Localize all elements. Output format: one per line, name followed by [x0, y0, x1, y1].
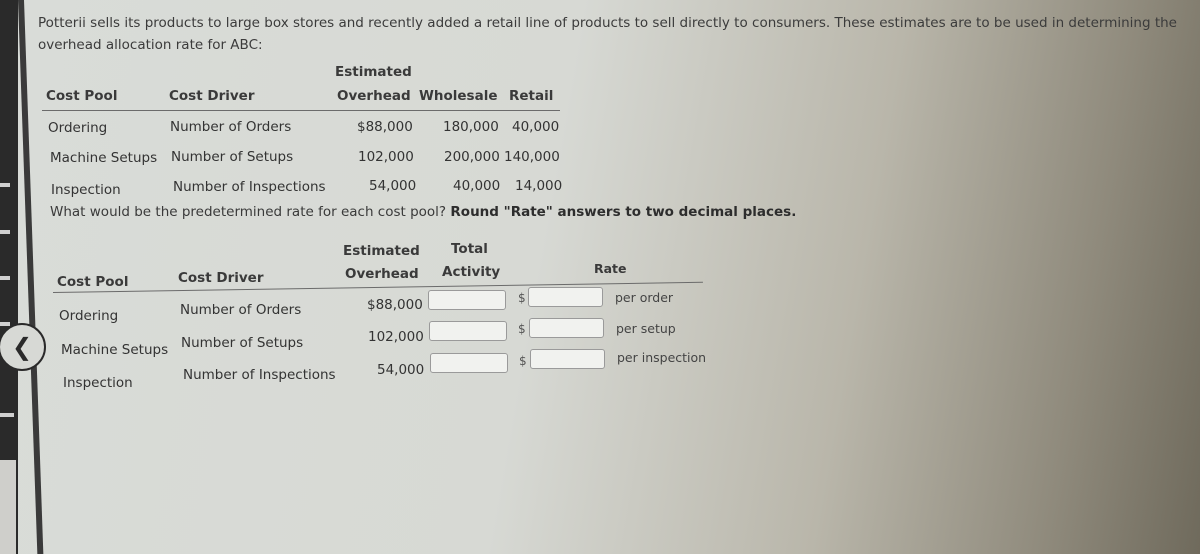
cost-pool-cell: Ordering: [59, 308, 119, 324]
overhead-cell: 102,000: [368, 329, 424, 345]
question-prompt: What would be the predetermined rate for…: [50, 204, 796, 220]
overhead-cell: 102,000: [358, 149, 414, 165]
question-text: What would be the predetermined rate for…: [50, 204, 447, 220]
wholesale-cell: 180,000: [443, 119, 499, 135]
overhead-cell: 54,000: [377, 362, 425, 378]
cost-driver-cell: Number of Inspections: [183, 367, 336, 383]
header-estimated: Estimated: [343, 243, 420, 259]
header-rate: Rate: [594, 261, 627, 276]
rate-input-ordering[interactable]: [528, 287, 603, 307]
bezel-mark: [0, 322, 10, 326]
header-retail: Retail: [509, 88, 554, 104]
bezel-mark: [0, 183, 10, 187]
wholesale-cell: 200,000: [444, 149, 500, 165]
bezel-panel: [0, 460, 16, 554]
problem-intro: Potterii sells its products to large box…: [38, 15, 1177, 53]
cost-pool-cell: Machine Setups: [61, 342, 169, 358]
wholesale-cell: 40,000: [453, 178, 501, 194]
retail-cell: 40,000: [512, 119, 560, 135]
bezel-mark: [0, 276, 10, 280]
rate-unit-label: per order: [615, 290, 674, 305]
header-cost-driver: Cost Driver: [178, 270, 264, 286]
retail-cell: 14,000: [515, 178, 563, 194]
cost-driver-cell: Number of Orders: [170, 119, 292, 135]
device-bezel: [0, 0, 18, 554]
currency-symbol: $: [518, 291, 526, 305]
total-activity-input-ordering[interactable]: [428, 290, 506, 310]
header-cost-driver: Cost Driver: [169, 88, 255, 104]
currency-symbol: $: [519, 354, 527, 368]
cost-driver-cell: Number of Setups: [181, 335, 304, 351]
rounding-instruction: Round "Rate" answers to two decimal plac…: [450, 204, 797, 220]
bezel-mark: [0, 413, 14, 417]
header-cost-pool: Cost Pool: [57, 274, 129, 290]
header-estimated: Estimated: [335, 64, 412, 80]
cost-pool-cell: Ordering: [48, 120, 108, 136]
cost-driver-cell: Number of Orders: [180, 302, 302, 318]
rate-input-inspection[interactable]: [530, 349, 605, 369]
header-cost-pool: Cost Pool: [46, 88, 118, 104]
total-activity-input-inspection[interactable]: [430, 353, 508, 373]
cost-pool-cell: Inspection: [51, 182, 121, 198]
rate-unit-label: per setup: [616, 321, 676, 336]
cost-pool-cell: Machine Setups: [50, 150, 158, 166]
header-activity: Activity: [442, 264, 501, 280]
cost-driver-cell: Number of Inspections: [173, 179, 326, 195]
retail-cell: 140,000: [504, 149, 560, 165]
header-total: Total: [451, 241, 488, 257]
bezel-mark: [0, 230, 10, 234]
chevron-left-icon: ❮: [11, 333, 33, 361]
overhead-cell: $88,000: [357, 119, 413, 135]
header-divider: [52, 281, 703, 293]
header-overhead: Overhead: [345, 266, 419, 282]
rate-unit-label: per inspection: [617, 350, 707, 365]
header-wholesale: Wholesale: [419, 88, 498, 104]
header-overhead: Overhead: [337, 88, 411, 104]
rate-input-machine-setups[interactable]: [529, 318, 604, 338]
cost-driver-cell: Number of Setups: [171, 149, 294, 165]
currency-symbol: $: [518, 322, 526, 336]
total-activity-input-machine-setups[interactable]: [429, 321, 507, 341]
cost-pool-cell: Inspection: [63, 375, 133, 391]
screen-edge: [18, 0, 44, 554]
overhead-cell: $88,000: [367, 297, 423, 313]
back-button[interactable]: ❮: [0, 323, 46, 371]
overhead-cell: 54,000: [369, 178, 417, 194]
header-divider: [42, 110, 560, 111]
